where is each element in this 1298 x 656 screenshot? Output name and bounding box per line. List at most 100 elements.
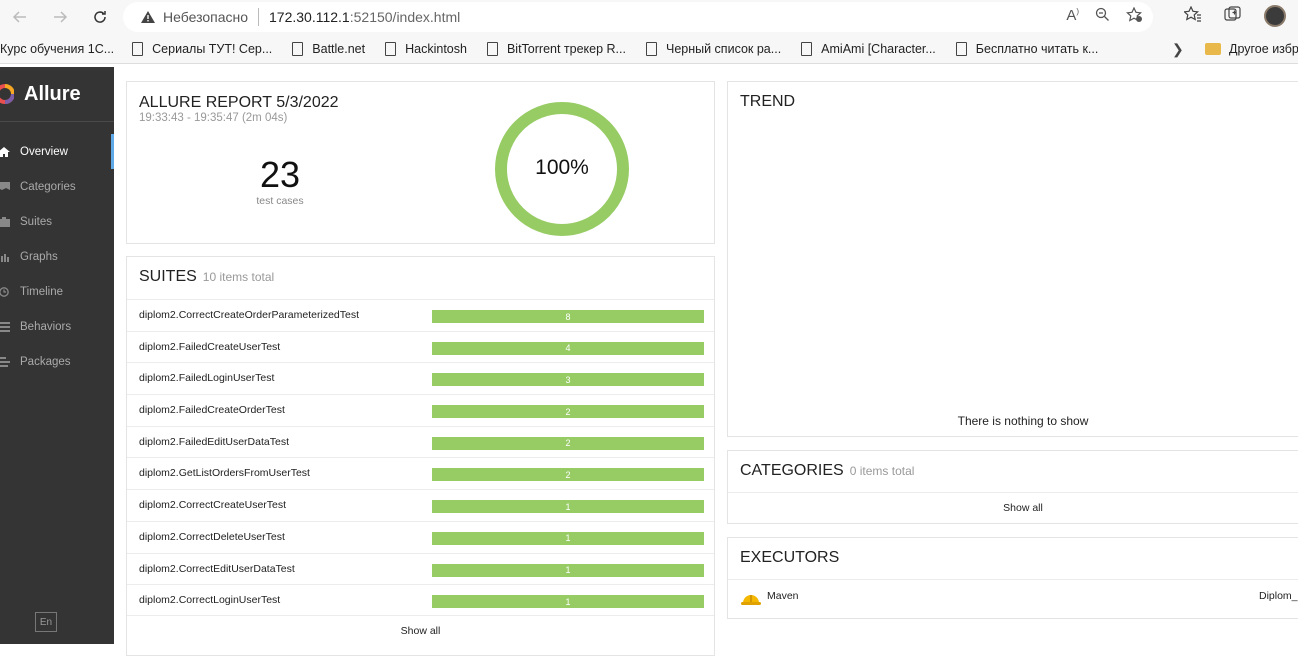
suites-subtitle: 10 items total [202, 270, 275, 284]
chevron-right-icon[interactable]: ❯ [1172, 41, 1184, 58]
suite-passed-bar[interactable]: 8 [432, 310, 704, 323]
pass-rate-percent: 100% [535, 156, 589, 179]
suite-row[interactable]: diplom2.CorrectCreateOrderParameterizedT… [127, 299, 714, 331]
profile-avatar[interactable] [1264, 5, 1286, 27]
page-icon [955, 41, 967, 56]
suite-bar-track: 2 [432, 405, 704, 419]
bookmark-label: Черный список ра... [665, 41, 782, 56]
trend-widget: TREND There is nothing to show [727, 81, 1298, 437]
brand[interactable]: Allure [0, 79, 81, 109]
favorites-icon[interactable] [1183, 5, 1202, 27]
suite-passed-bar[interactable]: 4 [432, 341, 704, 355]
address-bar[interactable]: Небезопасно 172.30.112.1:52150/index.htm… [123, 2, 1153, 32]
report-time: 19:33:43 - 19:35:47 (2m 04s) [139, 112, 288, 124]
sidebar-item-categories[interactable]: Categories [0, 169, 114, 204]
trend-header: TREND [740, 93, 795, 111]
suite-passed-bar[interactable]: 2 [432, 468, 704, 482]
main-content: ALLURE REPORT 5/3/2022 19:33:43 - 19:35:… [114, 67, 1298, 656]
sidebar-item-timeline[interactable]: Timeline [0, 274, 114, 309]
trend-empty-message: There is nothing to show [957, 414, 1089, 428]
security-label: Небезопасно [163, 9, 249, 25]
language-switch[interactable]: En [35, 612, 57, 632]
suite-bar-track: 8 [432, 310, 704, 323]
sidebar-item-overview[interactable]: Overview [0, 134, 114, 169]
suite-bar-track: 3 [432, 373, 704, 387]
suite-passed-bar[interactable]: 1 [432, 500, 704, 514]
warning-icon [139, 8, 157, 26]
collections-icon[interactable] [1224, 5, 1242, 27]
page-icon [292, 41, 304, 56]
suite-row[interactable]: diplom2.FailedEditUserDataTest 2 [127, 425, 714, 458]
suite-passed-bar[interactable]: 1 [432, 531, 704, 545]
suite-row[interactable]: diplom2.CorrectDeleteUserTest 1 [127, 520, 714, 553]
sidebar-item-label: Overview [20, 145, 68, 158]
suite-name: diplom2.GetListOrdersFromUserTest [139, 467, 310, 480]
bookmark-item[interactable]: Hackintosh [385, 41, 467, 56]
sidebar-item-label: Packages [20, 355, 71, 368]
trend-title: TREND [740, 93, 796, 110]
bookmark-item[interactable]: Battle.net [292, 41, 365, 56]
sidebar-item-behaviors[interactable]: Behaviors [0, 309, 114, 344]
arrow-right-icon [54, 11, 68, 23]
bookmark-item[interactable]: Сериалы ТУТ! Сер... [132, 41, 272, 56]
suite-passed-bar[interactable]: 3 [432, 373, 704, 387]
categories-title: CATEGORIES [740, 462, 844, 479]
suite-bar-track: 2 [432, 436, 704, 450]
executors-widget: EXECUTORS Maven Diplom_ [727, 537, 1298, 619]
suite-name: diplom2.FailedCreateUserTest [139, 340, 281, 353]
suite-row[interactable]: diplom2.CorrectLoginUserTest 1 [127, 584, 714, 616]
executor-build[interactable]: Diplom_ [1259, 590, 1298, 602]
back-button[interactable] [0, 0, 40, 34]
suite-bar-track: 1 [432, 595, 704, 609]
suite-name: diplom2.CorrectCreateUserTest [139, 499, 287, 512]
bookmark-item[interactable]: Бесплатно читать к... [955, 41, 1099, 56]
other-bookmarks-folder[interactable]: Другое избр [1205, 42, 1298, 56]
categories-show-all[interactable]: Show all [728, 492, 1298, 524]
suite-passed-bar[interactable]: 1 [432, 563, 704, 577]
suite-bar-track: 4 [432, 341, 704, 355]
page-icon [801, 41, 813, 56]
browser-toolbar: Небезопасно 172.30.112.1:52150/index.htm… [0, 0, 1298, 34]
suite-row[interactable]: diplom2.GetListOrdersFromUserTest 2 [127, 457, 714, 489]
bookmark-item[interactable]: Курс обучения 1С... [0, 42, 114, 56]
bookmark-item[interactable]: AmiAmi [Character... [801, 41, 936, 56]
reload-button[interactable] [80, 0, 120, 34]
url-text[interactable]: 172.30.112.1:52150/index.html [269, 9, 460, 25]
bookmark-label: AmiAmi [Character... [821, 41, 936, 56]
bookmark-label: Бесплатно читать к... [975, 41, 1099, 56]
suite-row[interactable]: diplom2.FailedCreateOrderTest 2 [127, 394, 714, 426]
bookmark-item[interactable]: Черный список ра... [645, 41, 782, 56]
reload-icon [94, 11, 106, 23]
suite-row[interactable]: diplom2.CorrectEditUserDataTest 1 [127, 552, 714, 585]
suite-passed-bar[interactable]: 2 [432, 405, 704, 419]
suite-row[interactable]: diplom2.FailedCreateUserTest 4 [127, 330, 714, 363]
clock-icon [0, 286, 9, 297]
suite-bar-track: 2 [432, 468, 704, 482]
zoom-icon[interactable] [1095, 7, 1110, 27]
sidebar-item-label: Timeline [20, 285, 64, 298]
suites-widget: SUITES 10 items total diplom2.CorrectCre… [126, 256, 715, 656]
suite-row[interactable]: diplom2.CorrectCreateUserTest 1 [127, 489, 714, 521]
page-icon [486, 41, 498, 56]
sidebar-item-graphs[interactable]: Graphs [0, 239, 114, 274]
suite-passed-bar[interactable]: 1 [432, 595, 704, 609]
suite-row[interactable]: diplom2.FailedLoginUserTest 3 [127, 362, 714, 394]
test-case-count: 23 [259, 154, 301, 195]
executor-row[interactable]: Maven Diplom_ [728, 579, 1298, 615]
page-icon [132, 41, 144, 56]
briefcase-icon [0, 216, 10, 227]
add-favorite-icon[interactable] [1126, 6, 1143, 27]
home-icon [0, 146, 10, 157]
read-aloud-icon[interactable]: A) [1066, 7, 1079, 27]
sidebar-item-packages[interactable]: Packages [0, 344, 114, 379]
bookmark-item[interactable]: BitTorrent трекер R... [486, 41, 626, 56]
bookmarks-bar: Курс обучения 1С... Сериалы ТУТ! Сер... … [0, 34, 1298, 64]
page-icon [645, 41, 657, 56]
forward-button[interactable] [40, 0, 80, 34]
flag-icon [0, 181, 10, 190]
bar-chart-icon [1, 253, 9, 262]
sidebar-item-suites[interactable]: Suites [0, 204, 114, 239]
suite-passed-bar[interactable]: 2 [432, 436, 704, 450]
suites-show-all[interactable]: Show all [127, 615, 714, 645]
suite-name: diplom2.CorrectLoginUserTest [139, 594, 281, 607]
